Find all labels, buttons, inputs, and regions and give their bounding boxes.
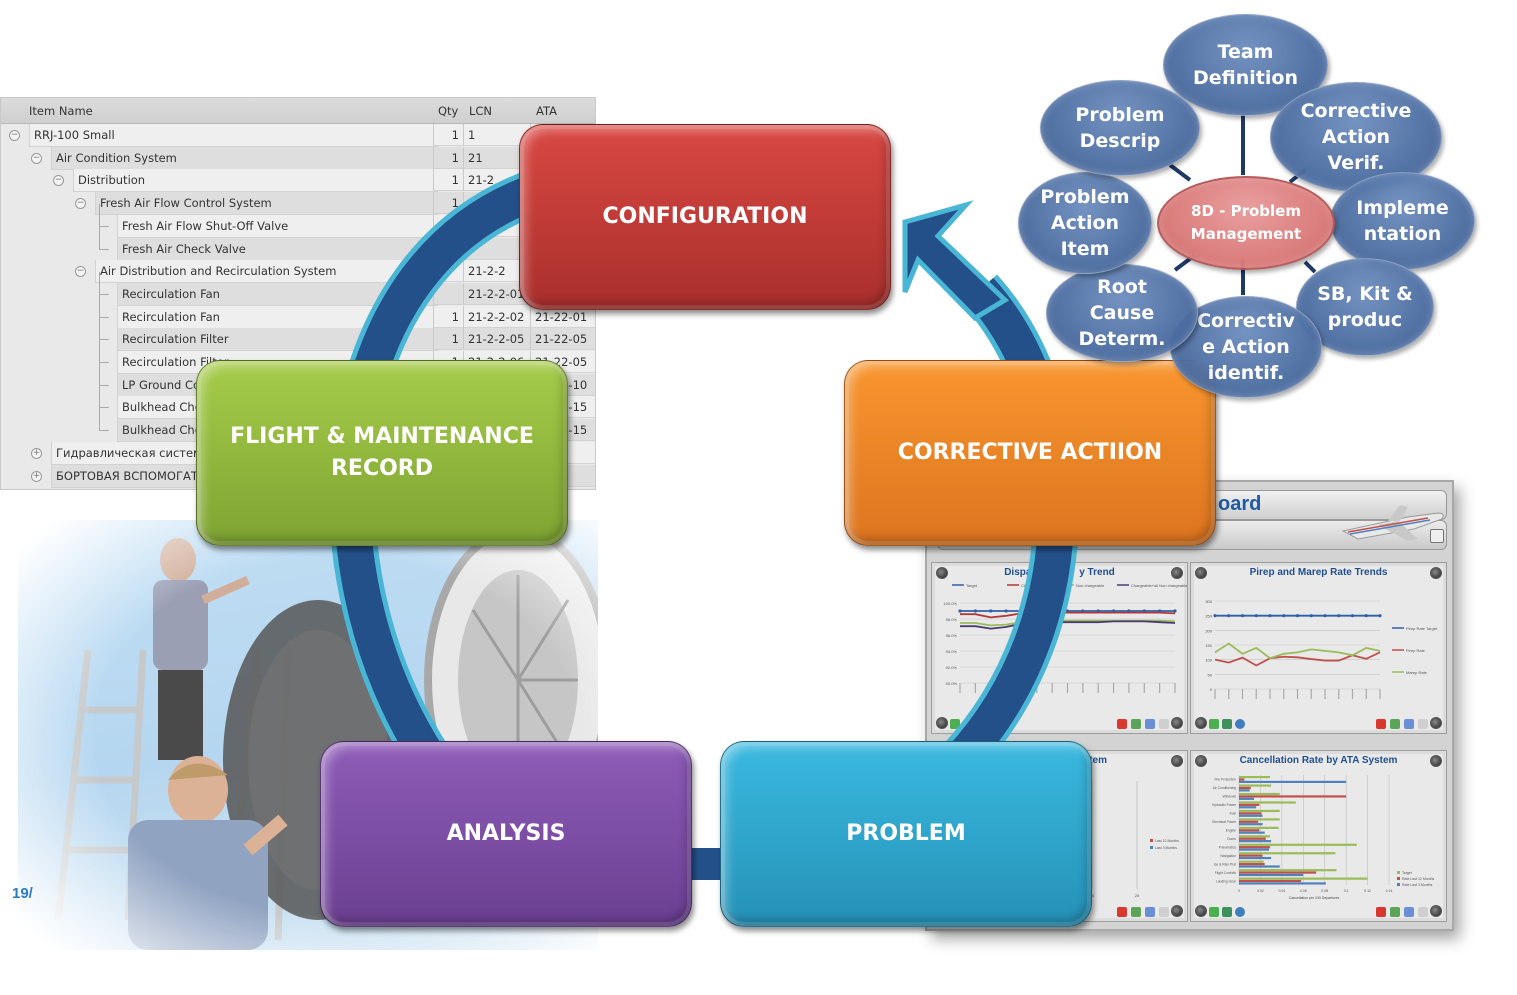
cycle-step-analysis[interactable]: ANALYSIS (320, 741, 692, 927)
cycle-step-problem[interactable]: PROBLEM (720, 741, 1092, 927)
8d-center-bubble[interactable]: 8D - Problem Management (1157, 176, 1335, 270)
analysis-label: ANALYSIS (446, 821, 566, 846)
8d-step-bubble[interactable]: Impleme ntation (1330, 172, 1475, 270)
cycle-step-configuration[interactable]: CONFIGURATION (519, 124, 891, 310)
8d-step-label: Team Definition (1193, 41, 1298, 89)
8d-step-bubble[interactable]: Problem Descrip (1040, 80, 1200, 176)
8d-step-label: Corrective Action Verif. (1300, 100, 1412, 174)
configuration-label: CONFIGURATION (602, 204, 808, 229)
corrective-action-label: CORRECTIVE ACTIION (897, 440, 1163, 465)
cycle-step-flight-maintenance-record[interactable]: FLIGHT & MAINTENANCE RECORD (196, 360, 568, 546)
8d-step-label: Correctiv e Action identif. (1197, 310, 1295, 384)
8d-step-label: SB, Kit & produc (1317, 283, 1413, 331)
8d-step-label: Root Cause Determ. (1078, 276, 1166, 350)
arrow-head-icon (902, 200, 1010, 322)
8d-center-label: 8D - Problem Management (1190, 202, 1302, 243)
8d-step-bubble[interactable]: Problem Action Item (1018, 172, 1152, 274)
8d-step-label: Problem Action Item (1040, 186, 1130, 260)
8d-step-bubble[interactable]: Root Cause Determ. (1046, 264, 1198, 362)
flight-record-label: FLIGHT & MAINTENANCE RECORD (230, 424, 534, 481)
problem-label: PROBLEM (846, 821, 966, 846)
8d-step-label: Problem Descrip (1075, 104, 1165, 152)
8d-step-label: Impleme ntation (1356, 197, 1449, 245)
